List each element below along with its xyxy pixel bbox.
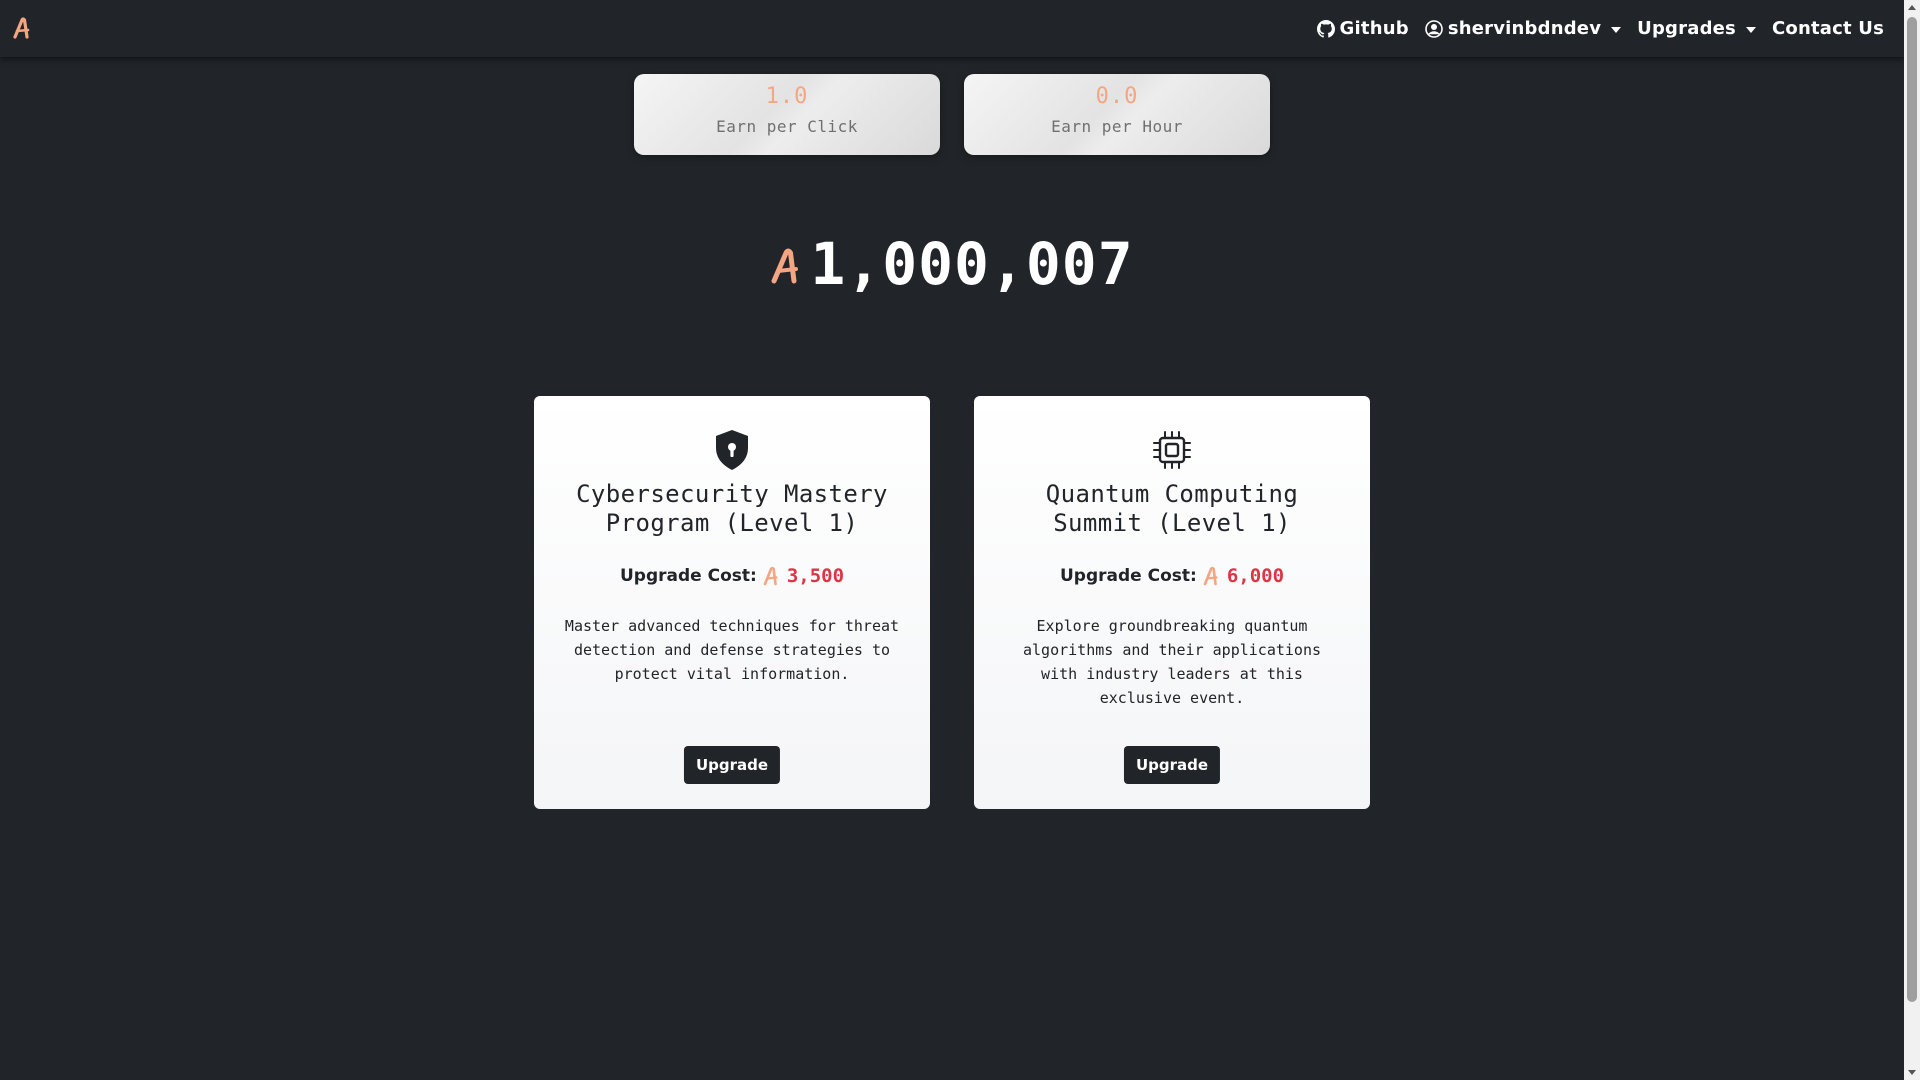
scrollbar-thumb[interactable] <box>1907 17 1917 1002</box>
earn-per-hour-box: 0.0 Earn per Hour <box>964 74 1270 155</box>
chevron-down-icon <box>1611 26 1622 33</box>
upgrade-cost: Upgrade Cost: 3,500 <box>534 564 930 587</box>
github-icon <box>1316 19 1335 38</box>
earn-per-click-box: 1.0 Earn per Click <box>634 74 940 155</box>
upgrade-card-quantum: Quantum Computing Summit (Level 1) Upgra… <box>974 396 1370 809</box>
shield-lock-icon <box>716 430 748 470</box>
user-circle-icon <box>1425 19 1443 38</box>
contact-link[interactable]: Contact Us <box>1772 18 1884 39</box>
upgrade-button[interactable]: Upgrade <box>1123 746 1221 784</box>
card-description: Explore groundbreaking quantum algorithm… <box>1022 617 1321 707</box>
card-title: Cybersecurity Mastery Program (Level 1) <box>576 480 888 537</box>
cost-label: Upgrade Cost: <box>619 565 757 586</box>
earn-per-click-label: Earn per Click <box>716 117 858 136</box>
balance-value: 1,000,007 <box>810 230 1134 298</box>
balance: 1,000,007 <box>0 230 1904 298</box>
nav-links: Github shervinbdndev Upgrades Contact Us <box>1316 0 1884 57</box>
earn-per-click-value: 1.0 <box>765 84 809 109</box>
coin-icon[interactable] <box>770 243 804 287</box>
scroll-up-arrow-icon[interactable] <box>1908 5 1916 10</box>
upgrades-label: Upgrades <box>1637 18 1736 39</box>
upgrade-cost: Upgrade Cost: 6,000 <box>974 564 1370 587</box>
cpu-chip-icon <box>1153 431 1191 469</box>
navbar: Github shervinbdndev Upgrades Contact Us <box>0 0 1904 57</box>
upgrade-card-cybersecurity: Cybersecurity Mastery Program (Level 1) … <box>534 396 930 809</box>
earn-per-hour-value: 0.0 <box>1095 84 1139 109</box>
card-description: Master advanced techniques for threat de… <box>564 617 900 683</box>
vertical-scrollbar[interactable] <box>1904 0 1920 1080</box>
brand-logo-icon[interactable] <box>12 15 34 41</box>
upgrades-menu[interactable]: Upgrades <box>1637 18 1756 39</box>
user-menu[interactable]: shervinbdndev <box>1425 18 1622 39</box>
chevron-down-icon <box>1745 26 1756 33</box>
github-label: Github <box>1339 18 1409 39</box>
cost-value: 3,500 <box>786 564 845 587</box>
page: Github shervinbdndev Upgrades Contact Us <box>0 0 1920 1080</box>
upgrade-button[interactable]: Upgrade <box>683 746 781 784</box>
card-title: Quantum Computing Summit (Level 1) <box>1045 480 1299 537</box>
earn-per-hour-label: Earn per Hour <box>1051 117 1183 136</box>
coin-icon <box>763 566 778 586</box>
cost-label: Upgrade Cost: <box>1059 565 1197 586</box>
cost-value: 6,000 <box>1226 564 1285 587</box>
user-name: shervinbdndev <box>1447 18 1602 39</box>
contact-label: Contact Us <box>1771 18 1884 39</box>
scroll-down-arrow-icon[interactable] <box>1908 1070 1916 1075</box>
github-link[interactable]: Github <box>1316 18 1409 39</box>
coin-icon <box>1203 566 1218 586</box>
